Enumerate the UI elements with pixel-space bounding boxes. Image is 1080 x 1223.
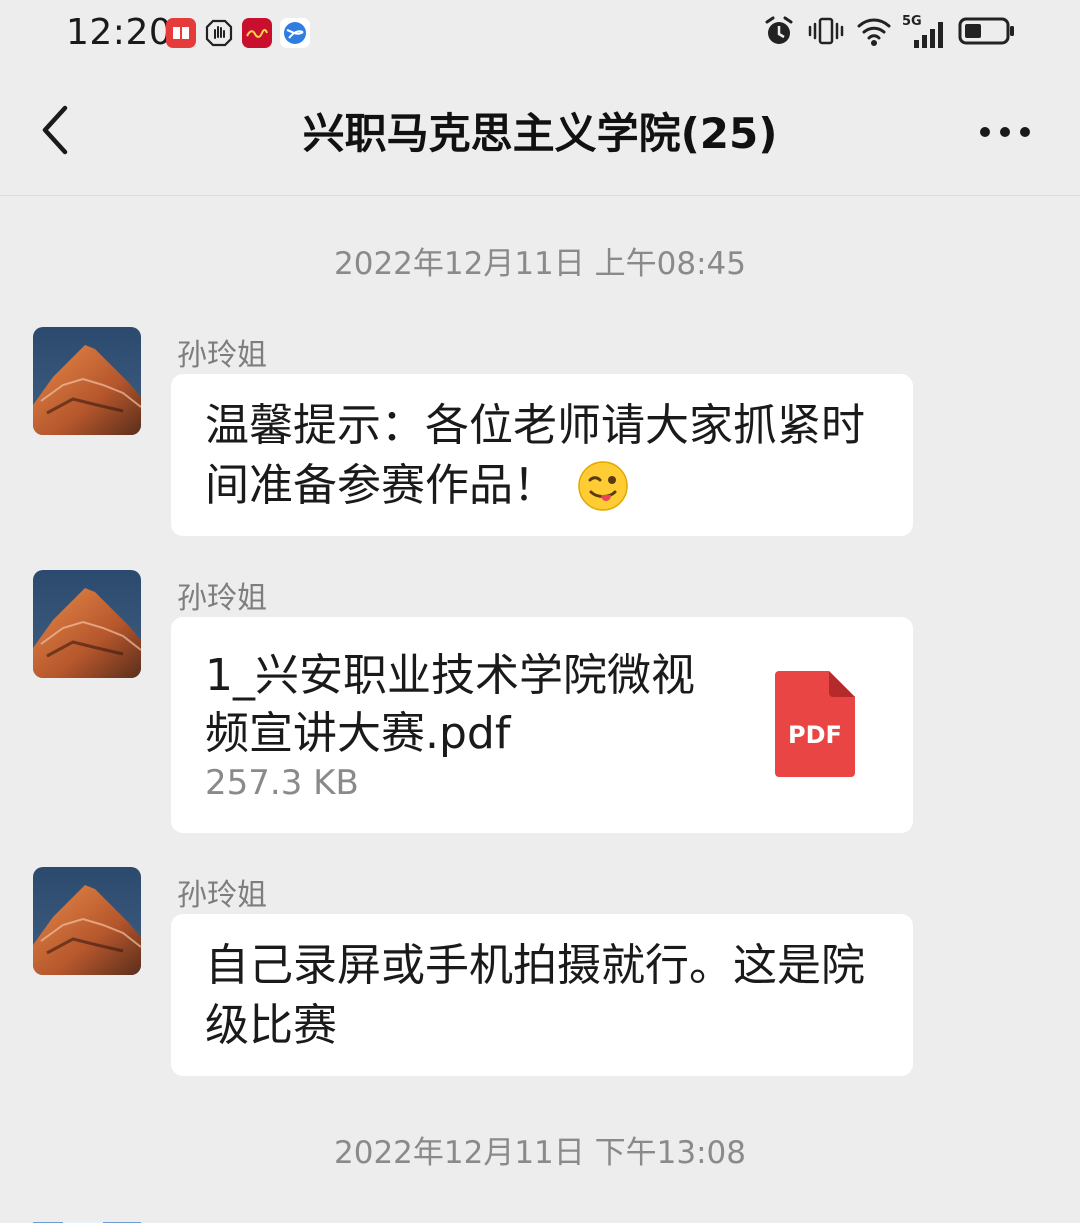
browser-app-icon xyxy=(280,18,310,48)
file-name: 1_兴安职业技术学院微视 频宣讲大赛.pdf xyxy=(205,647,735,763)
cellular-signal-icon: 5G xyxy=(902,14,948,48)
avatar[interactable] xyxy=(33,867,141,975)
vibrate-icon xyxy=(808,17,844,45)
wink-tongue-emoji-icon xyxy=(578,461,628,511)
xuexi-app-icon xyxy=(242,18,272,48)
sender-name: 孙玲姐 xyxy=(177,338,267,373)
pdf-icon-label: PDF xyxy=(788,721,842,749)
message-line: 温馨提示：各位老师请大家抓紧时 xyxy=(205,400,865,451)
notification-icons xyxy=(166,18,310,48)
message-line: 自己录屏或手机拍摄就行。这是院 xyxy=(205,940,865,991)
avatar[interactable] xyxy=(33,570,141,678)
file-name-line: 1_兴安职业技术学院微视 xyxy=(205,650,695,701)
battery-icon xyxy=(958,17,1014,45)
pdf-file-icon: PDF xyxy=(775,671,855,777)
system-status-icons: 5G xyxy=(762,14,1016,48)
message-timestamp: 2022年12月11日 下午13:08 xyxy=(334,1135,746,1171)
file-message-bubble[interactable]: 1_兴安职业技术学院微视 频宣讲大赛.pdf 257.3 KB PDF xyxy=(171,617,913,833)
more-dots-icon xyxy=(980,127,1030,137)
chat-screen: 12:20 5G 兴职马克思主义学院(25) 2022年12月11日 上午08:… xyxy=(0,0,1080,1223)
message-line: 间准备参赛作品！ xyxy=(205,460,557,511)
file-size: 257.3 KB xyxy=(205,763,359,803)
message-timestamp: 2022年12月11日 上午08:45 xyxy=(334,246,746,282)
book-app-icon xyxy=(166,18,196,48)
chat-title: 兴职马克思主义学院(25) xyxy=(302,109,778,158)
message-line: 级比赛 xyxy=(205,1000,337,1051)
message-bubble[interactable]: 温馨提示：各位老师请大家抓紧时 间准备参赛作品！ xyxy=(171,374,913,536)
chat-header: 兴职马克思主义学院(25) xyxy=(0,70,1080,196)
more-options-button[interactable] xyxy=(970,112,1040,152)
file-name-line: 频宣讲大赛.pdf xyxy=(205,708,511,759)
message-text: 温馨提示：各位老师请大家抓紧时 间准备参赛作品！ xyxy=(205,396,883,516)
message-line-wrap: 间准备参赛作品！ xyxy=(205,456,883,516)
message-text: 自己录屏或手机拍摄就行。这是院 级比赛 xyxy=(205,936,883,1056)
avatar[interactable] xyxy=(33,1215,141,1223)
message-bubble[interactable]: 自己录屏或手机拍摄就行。这是院 级比赛 xyxy=(171,914,913,1076)
back-button[interactable] xyxy=(30,102,80,158)
status-bar: 12:20 5G xyxy=(0,0,1080,70)
hand-stop-icon xyxy=(204,18,234,48)
alarm-icon xyxy=(765,16,793,44)
sender-name: 孙玲姐 xyxy=(177,878,267,913)
sender-name: 孙玲姐 xyxy=(177,581,267,616)
wifi-icon xyxy=(857,18,891,46)
chevron-left-icon xyxy=(42,105,68,155)
status-time: 12:20 xyxy=(66,12,173,53)
avatar[interactable] xyxy=(33,327,141,435)
